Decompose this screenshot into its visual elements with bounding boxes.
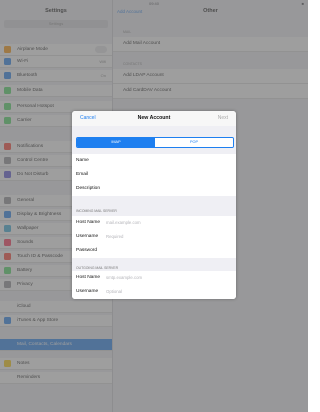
new-account-dialog: Cancel New Account Next IMAP POP Name Em… bbox=[72, 111, 236, 299]
field-label: Password bbox=[76, 248, 98, 253]
segment-pop[interactable]: POP bbox=[155, 138, 233, 147]
field-label: Username bbox=[76, 289, 99, 294]
account-type-segmented-control: IMAP POP bbox=[76, 137, 234, 148]
field-label: Host Name bbox=[76, 220, 100, 225]
field-placeholder: mail.example.com bbox=[106, 220, 141, 226]
section-gap bbox=[72, 196, 236, 216]
field-placeholder: smtp.example.com bbox=[106, 275, 143, 281]
field-label: Host Name bbox=[76, 275, 100, 280]
email-field[interactable]: Email bbox=[72, 168, 236, 183]
dialog-header: Cancel New Account Next bbox=[72, 111, 236, 127]
outgoing-server-header: OUTGOING MAIL SERVER bbox=[76, 266, 119, 270]
incoming-host-name-field[interactable]: Host Name mail.example.com bbox=[72, 216, 236, 231]
description-field[interactable]: Description bbox=[72, 182, 236, 197]
incoming-server-header: INCOMING MAIL SERVER bbox=[76, 209, 117, 213]
next-button[interactable]: Next bbox=[218, 115, 228, 121]
incoming-password-field[interactable]: Password bbox=[72, 244, 236, 259]
field-label: Name bbox=[76, 158, 89, 163]
segment-imap[interactable]: IMAP bbox=[77, 138, 155, 147]
field-label: Email bbox=[76, 172, 88, 177]
field-placeholder: Required bbox=[106, 234, 124, 240]
incoming-username-field[interactable]: Username Required bbox=[72, 230, 236, 245]
field-placeholder: Optional bbox=[106, 289, 123, 295]
dialog-title: New Account bbox=[137, 115, 171, 121]
field-label: Username bbox=[76, 234, 99, 239]
outgoing-host-name-field[interactable]: Host Name smtp.example.com bbox=[72, 271, 236, 286]
field-label: Description bbox=[76, 186, 100, 191]
outgoing-username-field[interactable]: Username Optional bbox=[72, 285, 236, 299]
name-field[interactable]: Name bbox=[72, 154, 236, 169]
